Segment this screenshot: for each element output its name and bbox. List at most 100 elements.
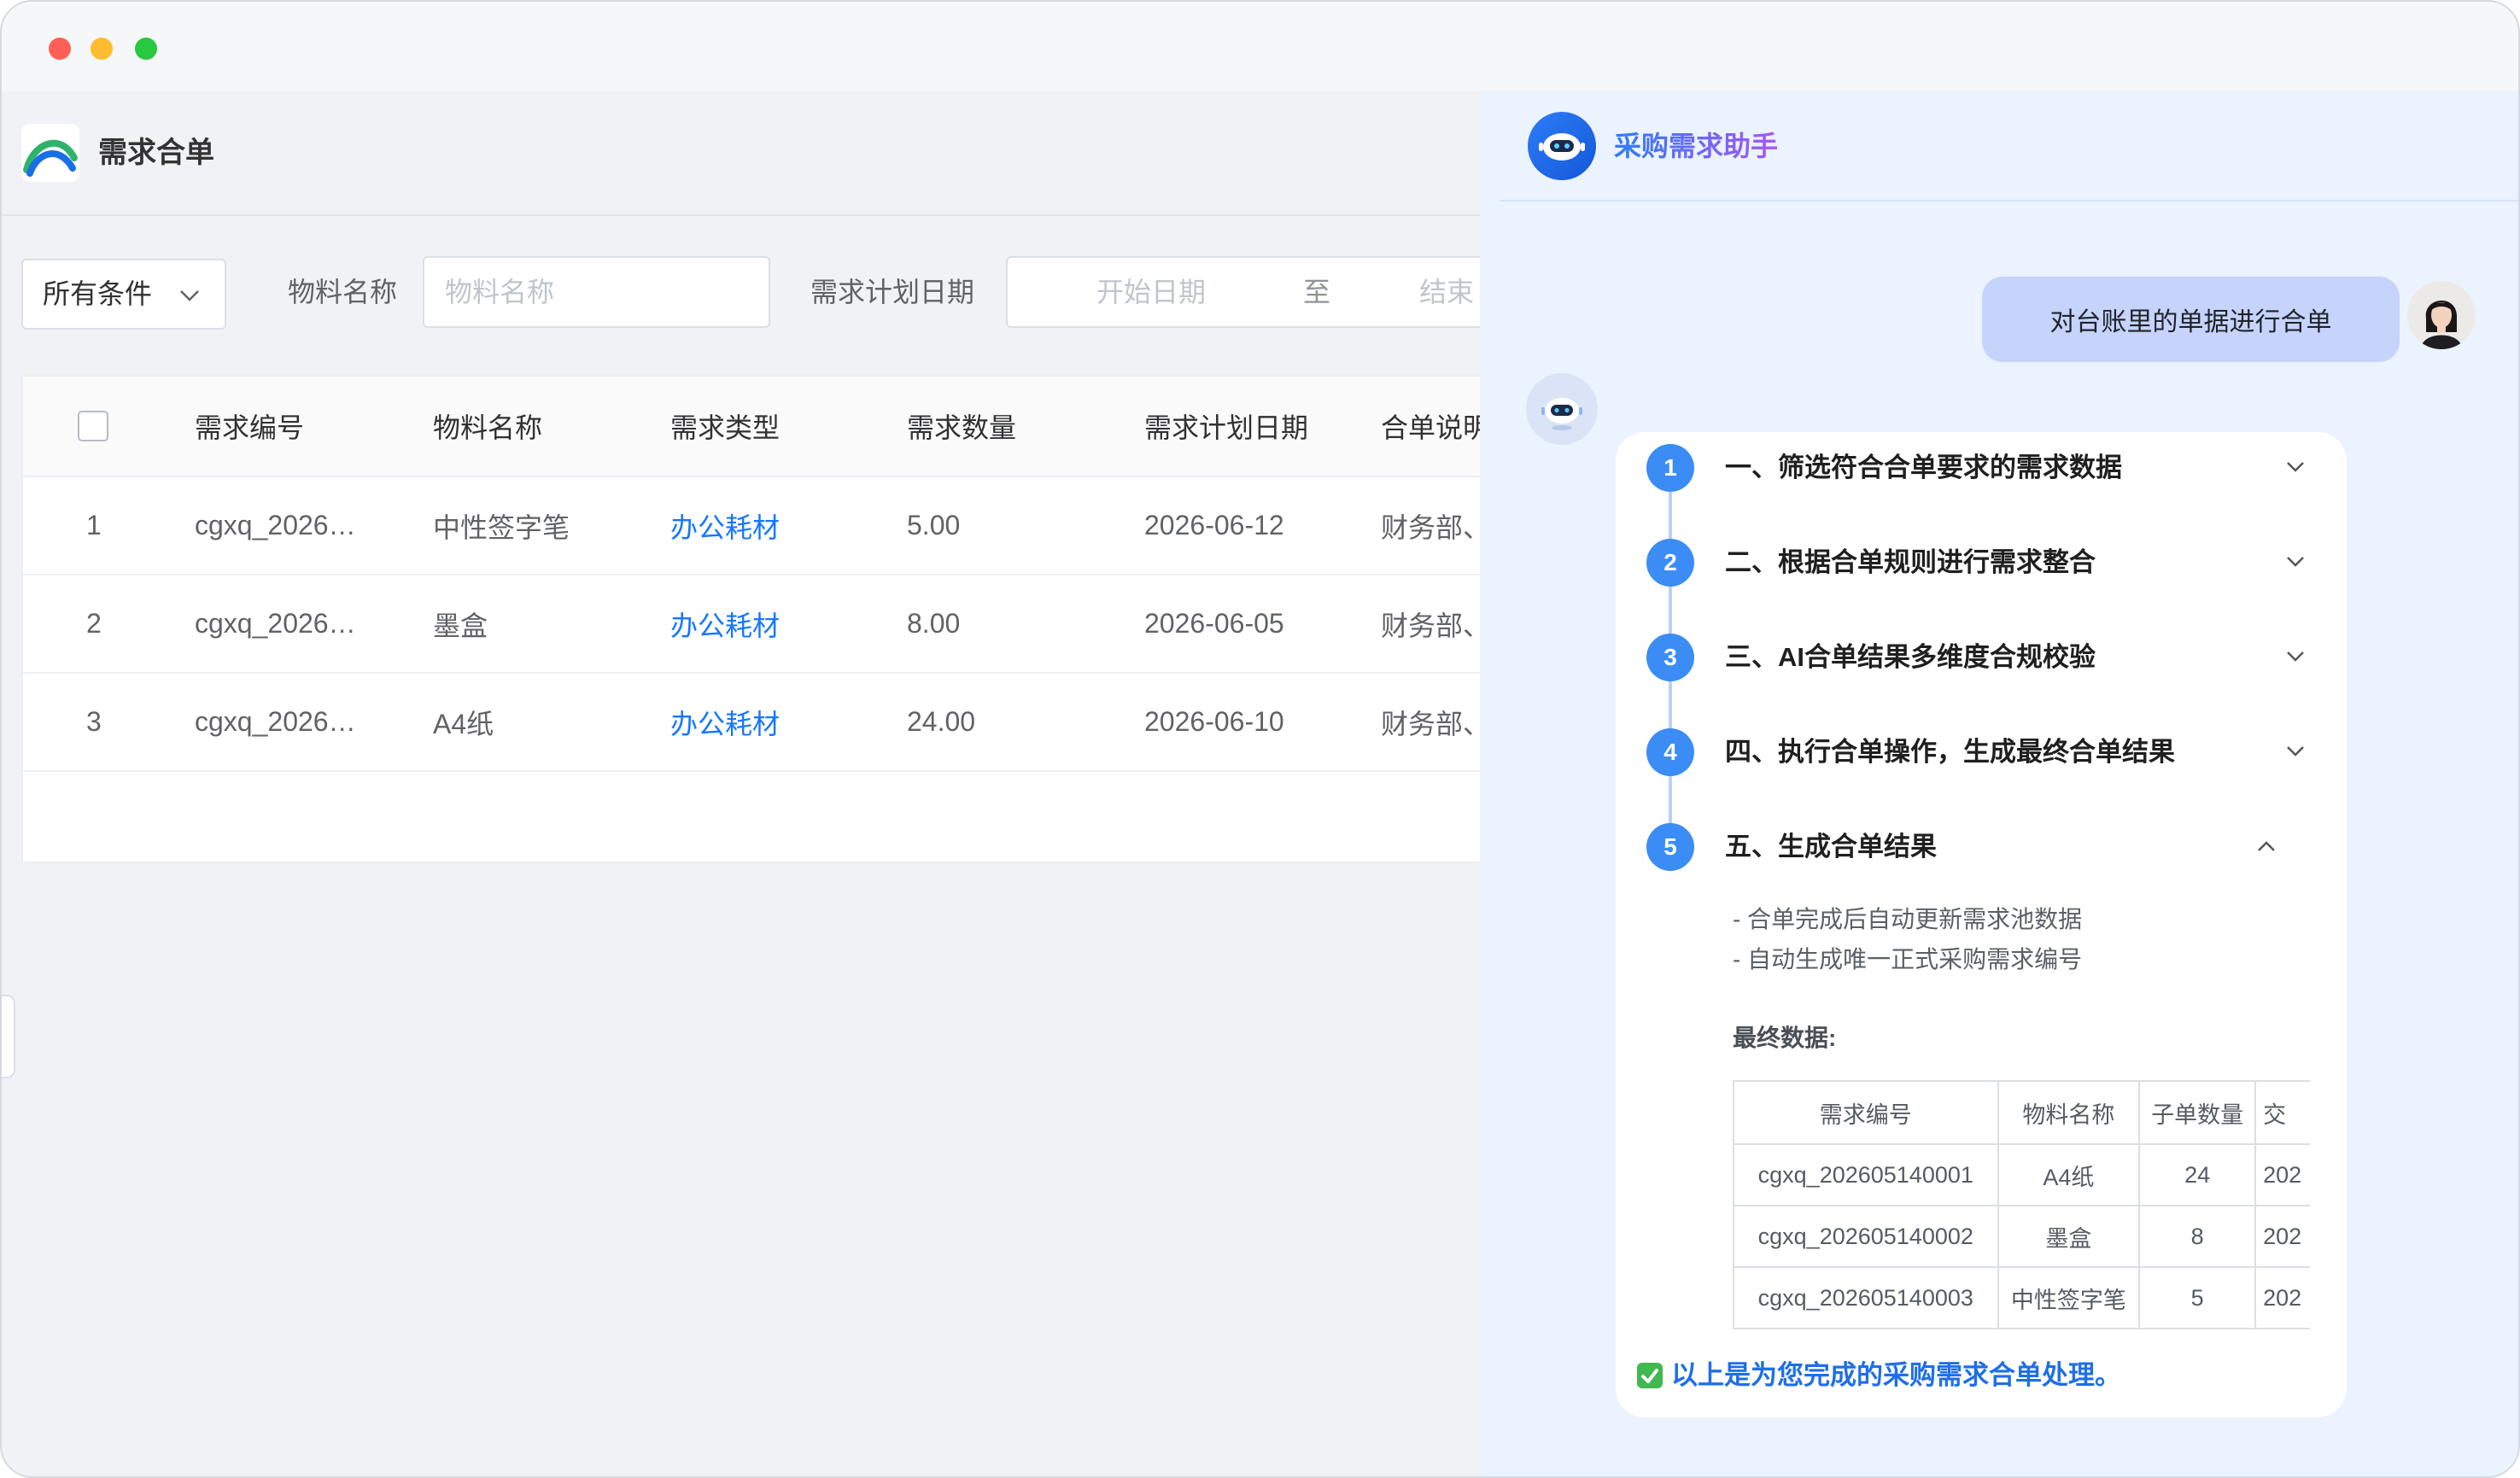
start-date-input[interactable]: 开始日期: [1096, 258, 1206, 326]
material-placeholder: 物料名称: [445, 277, 555, 307]
table-row[interactable]: 2 cgxq_2026… 墨盒 办公耗材 8.00 2026-06-05 财务部…: [23, 575, 1480, 674]
app-logo-icon: [21, 124, 79, 182]
material-name: A4纸: [433, 708, 494, 739]
material-label: 物料名称: [288, 277, 398, 307]
result-column-header: 交: [2254, 1080, 2310, 1145]
date-label: 需求计划日期: [810, 277, 975, 307]
close-window-button[interactable]: [49, 38, 71, 60]
requirements-table: 需求编号 物料名称 需求类型 需求数量 需求计划日期 合单说明 1 cgxq_2…: [21, 375, 1480, 863]
end-date-input[interactable]: 结束: [1419, 258, 1474, 326]
assistant-avatar: [1526, 373, 1598, 445]
assistant-title: 采购需求助手: [1614, 131, 1779, 161]
plan-date: 2026-06-12: [1144, 510, 1284, 540]
material-name: 中性签字笔: [433, 511, 570, 543]
result-table: 需求编号 物料名称 子单数量 交 cgxq_202605140001 A4纸 2…: [1733, 1080, 2310, 1329]
maximize-window-button[interactable]: [135, 38, 157, 60]
table-row[interactable]: 3 cgxq_2026… A4纸 办公耗材 24.00 2026-06-10 财…: [23, 674, 1480, 772]
robot-icon: [1528, 112, 1596, 180]
step-detail-item: - 合单完成后自动更新需求池数据: [1733, 906, 2083, 932]
requirement-type-link[interactable]: 办公耗材: [670, 674, 780, 770]
result-table-header: 需求编号 物料名称 子单数量 交: [1733, 1080, 2310, 1145]
step-detail-item: - 自动生成唯一正式采购需求编号: [1733, 946, 2083, 973]
row-index: 1: [86, 510, 102, 540]
condition-select-value: 所有条件: [43, 278, 153, 309]
step-title[interactable]: 二、根据合单规则进行需求整合: [1725, 541, 2096, 584]
requirement-type-link[interactable]: 办公耗材: [670, 575, 780, 672]
user-message-bubble: 对台账里的单据进行合单: [1982, 277, 2400, 362]
date-range-picker[interactable]: 开始日期 至 结束: [1006, 256, 1480, 328]
final-data-label: 最终数据:: [1733, 1025, 1837, 1051]
result-cell: A4纸: [1997, 1143, 2141, 1206]
title-bar: [2, 2, 2518, 91]
plan-date: 2026-06-05: [1144, 608, 1284, 639]
assistant-header-divider: [1500, 200, 2518, 202]
condition-select[interactable]: 所有条件: [21, 259, 226, 330]
table-row[interactable]: 1 cgxq_2026… 中性签字笔 办公耗材 5.00 2026-06-12 …: [23, 477, 1480, 575]
chevron-down-icon[interactable]: [2283, 738, 2308, 763]
result-cell: 24: [2138, 1143, 2257, 1206]
merge-note: 财务部、: [1381, 708, 1480, 739]
row-index: 3: [86, 706, 102, 737]
requirement-id: cgxq_2026…: [195, 706, 356, 737]
result-table-row: cgxq_202605140002 墨盒 8 202: [1733, 1205, 2310, 1268]
column-header[interactable]: 物料名称: [433, 377, 542, 476]
step-number-badge: 3: [1646, 634, 1694, 681]
result-table-row: cgxq_202605140003 中性签字笔 5 202: [1733, 1266, 2310, 1329]
result-table-scroll[interactable]: 需求编号 物料名称 子单数量 交 cgxq_202605140001 A4纸 2…: [1733, 1080, 2310, 1329]
assistant-panel: 采购需求助手 对台账里的单据进行合单 1 一、筛选符合合单要求的需求数据 2 二…: [1480, 91, 2518, 1476]
assistant-response-card: 1 一、筛选符合合单要求的需求数据 2 二、根据合单规则进行需求整合 3 三、A…: [1616, 432, 2347, 1417]
column-header[interactable]: 合单说明: [1381, 377, 1480, 476]
result-column-header: 子单数量: [2138, 1080, 2257, 1145]
result-column-header: 需求编号: [1733, 1080, 1999, 1145]
chevron-down-icon: [180, 290, 199, 301]
completion-message: 以上是为您完成的采购需求合单处理。: [1671, 1360, 2121, 1390]
quantity: 24.00: [907, 706, 976, 737]
column-header[interactable]: 需求计划日期: [1144, 377, 1308, 476]
chevron-down-icon[interactable]: [2283, 643, 2308, 669]
select-all-checkbox[interactable]: [78, 411, 108, 441]
step-title[interactable]: 一、筛选符合合单要求的需求数据: [1725, 447, 2122, 489]
merge-note: 财务部、: [1381, 511, 1480, 543]
chevron-up-icon[interactable]: [2254, 834, 2279, 860]
step-title[interactable]: 三、AI合单结果多维度合规校验: [1725, 636, 2096, 679]
result-cell: 202: [2254, 1266, 2310, 1329]
quantity: 8.00: [907, 608, 961, 639]
result-cell: cgxq_202605140003: [1733, 1266, 1999, 1329]
step-number-badge: 1: [1646, 444, 1694, 492]
column-header[interactable]: 需求编号: [195, 377, 304, 476]
result-cell: cgxq_202605140001: [1733, 1143, 1999, 1206]
minimize-window-button[interactable]: [91, 38, 113, 60]
result-table-row: cgxq_202605140001 A4纸 24 202: [1733, 1143, 2310, 1206]
step-number-badge: 2: [1646, 539, 1694, 587]
check-mark-icon: [1637, 1363, 1663, 1388]
step-title[interactable]: 五、生成合单结果: [1725, 826, 1937, 868]
result-cell: 5: [2138, 1266, 2257, 1329]
result-column-header: 物料名称: [1997, 1080, 2141, 1145]
column-header[interactable]: 需求数量: [907, 377, 1016, 476]
requirement-id: cgxq_2026…: [195, 608, 356, 639]
app-window: 需求合单 所有条件 物料名称 物料名称 需求计划日期 开始日期 至 结束 需求编…: [0, 0, 2520, 1478]
chevron-down-icon[interactable]: [2283, 453, 2308, 479]
header-divider: [2, 214, 1480, 216]
material-input[interactable]: 物料名称: [423, 256, 770, 328]
plan-date: 2026-06-10: [1144, 706, 1284, 737]
main-pane: 需求合单 所有条件 物料名称 物料名称 需求计划日期 开始日期 至 结束 需求编…: [2, 91, 1480, 1476]
result-cell: cgxq_202605140002: [1733, 1205, 1999, 1268]
result-cell: 中性签字笔: [1997, 1266, 2141, 1329]
step-title[interactable]: 四、执行合单操作，生成最终合单结果: [1725, 731, 2175, 774]
table-header: 需求编号 物料名称 需求类型 需求数量 需求计划日期 合单说明: [23, 377, 1480, 477]
chevron-down-icon[interactable]: [2283, 548, 2308, 574]
requirement-type-link[interactable]: 办公耗材: [670, 477, 780, 574]
date-range-separator: 至: [1303, 277, 1331, 307]
sidebar-toggle-handle[interactable]: [2, 995, 15, 1078]
result-cell: 202: [2254, 1205, 2310, 1268]
result-cell: 202: [2254, 1143, 2310, 1206]
result-cell: 8: [2138, 1205, 2257, 1268]
step-number-badge: 4: [1646, 728, 1694, 776]
requirement-id: cgxq_2026…: [195, 510, 356, 540]
material-name: 墨盒: [433, 610, 488, 641]
column-header[interactable]: 需求类型: [670, 377, 780, 476]
result-cell: 墨盒: [1997, 1205, 2141, 1268]
step-number-badge: 5: [1646, 823, 1694, 871]
user-avatar: [2407, 281, 2476, 349]
